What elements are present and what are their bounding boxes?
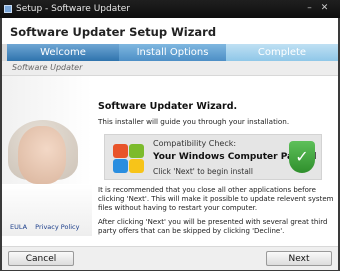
compat-hint: Click 'Next' to begin install	[153, 167, 253, 176]
cancel-button[interactable]: Cancel	[8, 251, 74, 266]
next-button[interactable]: Next	[266, 251, 332, 266]
photo-face	[18, 126, 66, 184]
intro-text: This installer will guide you through yo…	[98, 117, 290, 126]
step-install-options: Install Options	[119, 44, 226, 61]
step-welcome-label: Welcome	[40, 47, 86, 58]
privacy-policy-link[interactable]: Privacy Policy	[35, 223, 79, 231]
window-title: Setup - Software Updater	[16, 4, 130, 14]
close-icon[interactable]: ✕	[320, 4, 329, 13]
button-bar: Cancel Next	[2, 246, 338, 270]
step-complete-label: Complete	[257, 47, 307, 58]
step-complete: Complete	[226, 44, 338, 61]
recommendation-text: It is recommended that you close all oth…	[98, 186, 334, 212]
step-install-options-label: Install Options	[136, 47, 209, 58]
windows-logo-icon	[111, 142, 145, 174]
wizard-client: Software Updater Setup Wizard Welcome In…	[2, 18, 338, 270]
wizard-header: Software Updater Setup Wizard	[2, 18, 338, 44]
offers-text: After clicking 'Next' you will be presen…	[98, 218, 328, 235]
sub-header: Software Updater	[2, 61, 338, 76]
content-heading: Software Updater Wizard.	[98, 101, 238, 112]
footer-links: EULA Privacy Policy	[10, 223, 85, 231]
title-bar: Setup - Software Updater – ✕	[0, 0, 340, 18]
step-welcome: Welcome	[7, 44, 119, 61]
eula-link[interactable]: EULA	[10, 223, 27, 231]
compat-check-label: Compatibility Check:	[153, 139, 237, 148]
app-icon	[4, 5, 12, 13]
setup-window: Setup - Software Updater – ✕ Software Up…	[0, 0, 340, 271]
step-bar: Welcome Install Options Complete	[2, 44, 338, 61]
compatibility-panel: Compatibility Check: Your Windows Comput…	[104, 134, 322, 180]
check-shield-icon: ✓	[289, 141, 315, 173]
wizard-title: Software Updater Setup Wizard	[10, 25, 217, 39]
support-photo	[2, 76, 92, 236]
sub-header-label: Software Updater	[12, 63, 83, 72]
minimize-icon[interactable]: –	[305, 4, 314, 13]
